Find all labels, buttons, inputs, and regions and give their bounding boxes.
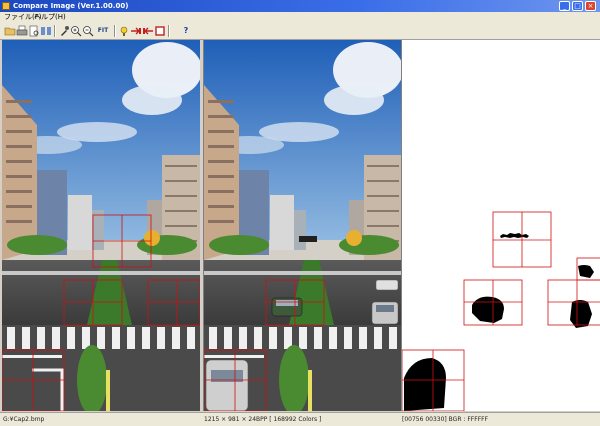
- menu-help[interactable]: ヘルプ(H): [34, 12, 66, 23]
- toolbar-separator: [114, 25, 116, 37]
- toolbar-separator: [168, 25, 170, 37]
- difference-pane[interactable]: [401, 40, 600, 411]
- next-diff-icon[interactable]: [130, 25, 142, 37]
- eyedropper-icon[interactable]: [58, 25, 70, 37]
- status-image-info: 1215 × 981 × 24BPP [ 168992 Colors ]: [204, 416, 322, 423]
- car: [205, 359, 249, 411]
- car: [375, 279, 399, 291]
- compare-icon[interactable]: [40, 25, 52, 37]
- left-image-pane[interactable]: [2, 40, 200, 411]
- toolbar: FIT ?: [0, 23, 600, 40]
- menu-bar: ファイル(F) ヘルプ(H): [0, 12, 600, 23]
- print-preview-icon[interactable]: [28, 25, 40, 37]
- zoom-out-icon[interactable]: [82, 25, 94, 37]
- marker-icon[interactable]: [118, 25, 130, 37]
- minimize-button[interactable]: _: [559, 1, 570, 11]
- help-icon[interactable]: ?: [180, 25, 192, 37]
- open-folder-icon[interactable]: [4, 25, 16, 37]
- app-icon: [2, 2, 10, 10]
- status-bar: G:¥Cap2.bmp 1215 × 981 × 24BPP [ 168992 …: [0, 412, 600, 426]
- fit-to-window-icon[interactable]: FIT: [95, 25, 111, 37]
- toolbar-separator: [54, 25, 56, 37]
- title-bar[interactable]: Compare Image (Ver.1.00.00) _ □ ×: [0, 0, 600, 12]
- distant-car: [299, 236, 317, 242]
- close-button[interactable]: ×: [585, 1, 596, 11]
- maximize-button[interactable]: □: [572, 1, 583, 11]
- left-street-image: [2, 40, 200, 411]
- print-icon[interactable]: [16, 25, 28, 37]
- zoom-in-icon[interactable]: [70, 25, 82, 37]
- difference-image: [402, 40, 600, 411]
- middle-image-pane[interactable]: [203, 40, 401, 411]
- stop-icon[interactable]: [154, 25, 166, 37]
- status-file-path: G:¥Cap2.bmp: [3, 416, 45, 423]
- middle-street-image: [204, 40, 401, 411]
- diff-blob: [570, 300, 592, 328]
- status-cursor-info: [00756 00330] BGR : FFFFFF: [402, 416, 489, 423]
- prev-diff-icon[interactable]: [142, 25, 154, 37]
- window-title: Compare Image (Ver.1.00.00): [13, 2, 129, 10]
